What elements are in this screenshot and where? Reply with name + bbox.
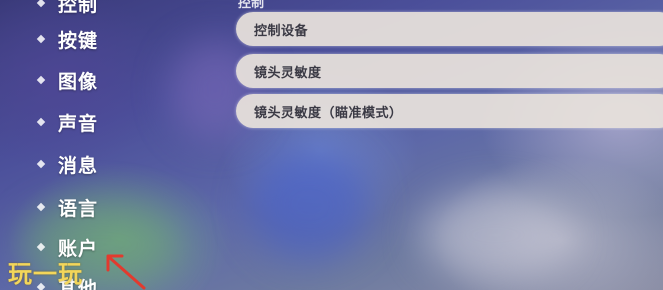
option-label: 控制设备 xyxy=(254,23,309,39)
option-camera-sensitivity-aim[interactable]: 镜头灵敏度（瞄准模式） xyxy=(236,94,663,128)
diamond-bullet-icon xyxy=(36,117,46,127)
red-arrow-icon xyxy=(106,254,146,290)
watermark-logo: 玩一玩 xyxy=(8,260,83,288)
sidebar-item-label: 按键 xyxy=(58,29,99,52)
diamond-bullet-icon xyxy=(36,242,46,252)
sidebar-item-sound[interactable]: 声音 xyxy=(36,107,99,137)
sidebar-item-label: 图像 xyxy=(58,70,99,93)
sidebar-item-label: 声音 xyxy=(58,112,99,135)
sidebar-item-language[interactable]: 语言 xyxy=(36,192,99,222)
option-label: 镜头灵敏度（瞄准模式） xyxy=(254,105,403,121)
diamond-bullet-icon xyxy=(36,202,46,212)
sidebar-item-messages[interactable]: 消息 xyxy=(36,149,99,179)
diamond-bullet-icon xyxy=(36,34,46,44)
sidebar-item-keys[interactable]: 按键 xyxy=(36,24,99,54)
sidebar-item-graphics[interactable]: 图像 xyxy=(36,65,99,95)
diamond-bullet-icon xyxy=(36,159,46,169)
section-title: 控制 xyxy=(238,0,265,11)
diamond-bullet-icon xyxy=(36,75,46,85)
sidebar-item-label: 消息 xyxy=(58,154,99,177)
sidebar-item-label: 控制 xyxy=(58,0,99,16)
game-settings-screen: 控制 控制 按键 图像 声音 消息 语言 账户 其他 控制设备 镜头灵敏度 镜头… xyxy=(0,0,663,290)
background-blur xyxy=(420,190,570,280)
option-control-device[interactable]: 控制设备 xyxy=(236,12,663,46)
option-label: 镜头灵敏度 xyxy=(254,65,322,81)
settings-sidebar: 控制 按键 图像 声音 消息 语言 账户 其他 xyxy=(36,0,188,290)
option-camera-sensitivity[interactable]: 镜头灵敏度 xyxy=(236,54,663,88)
sidebar-item-label: 语言 xyxy=(58,197,99,220)
diamond-bullet-icon xyxy=(36,0,46,8)
background-blur xyxy=(250,150,370,260)
sidebar-item-controls[interactable]: 控制 xyxy=(36,0,99,18)
